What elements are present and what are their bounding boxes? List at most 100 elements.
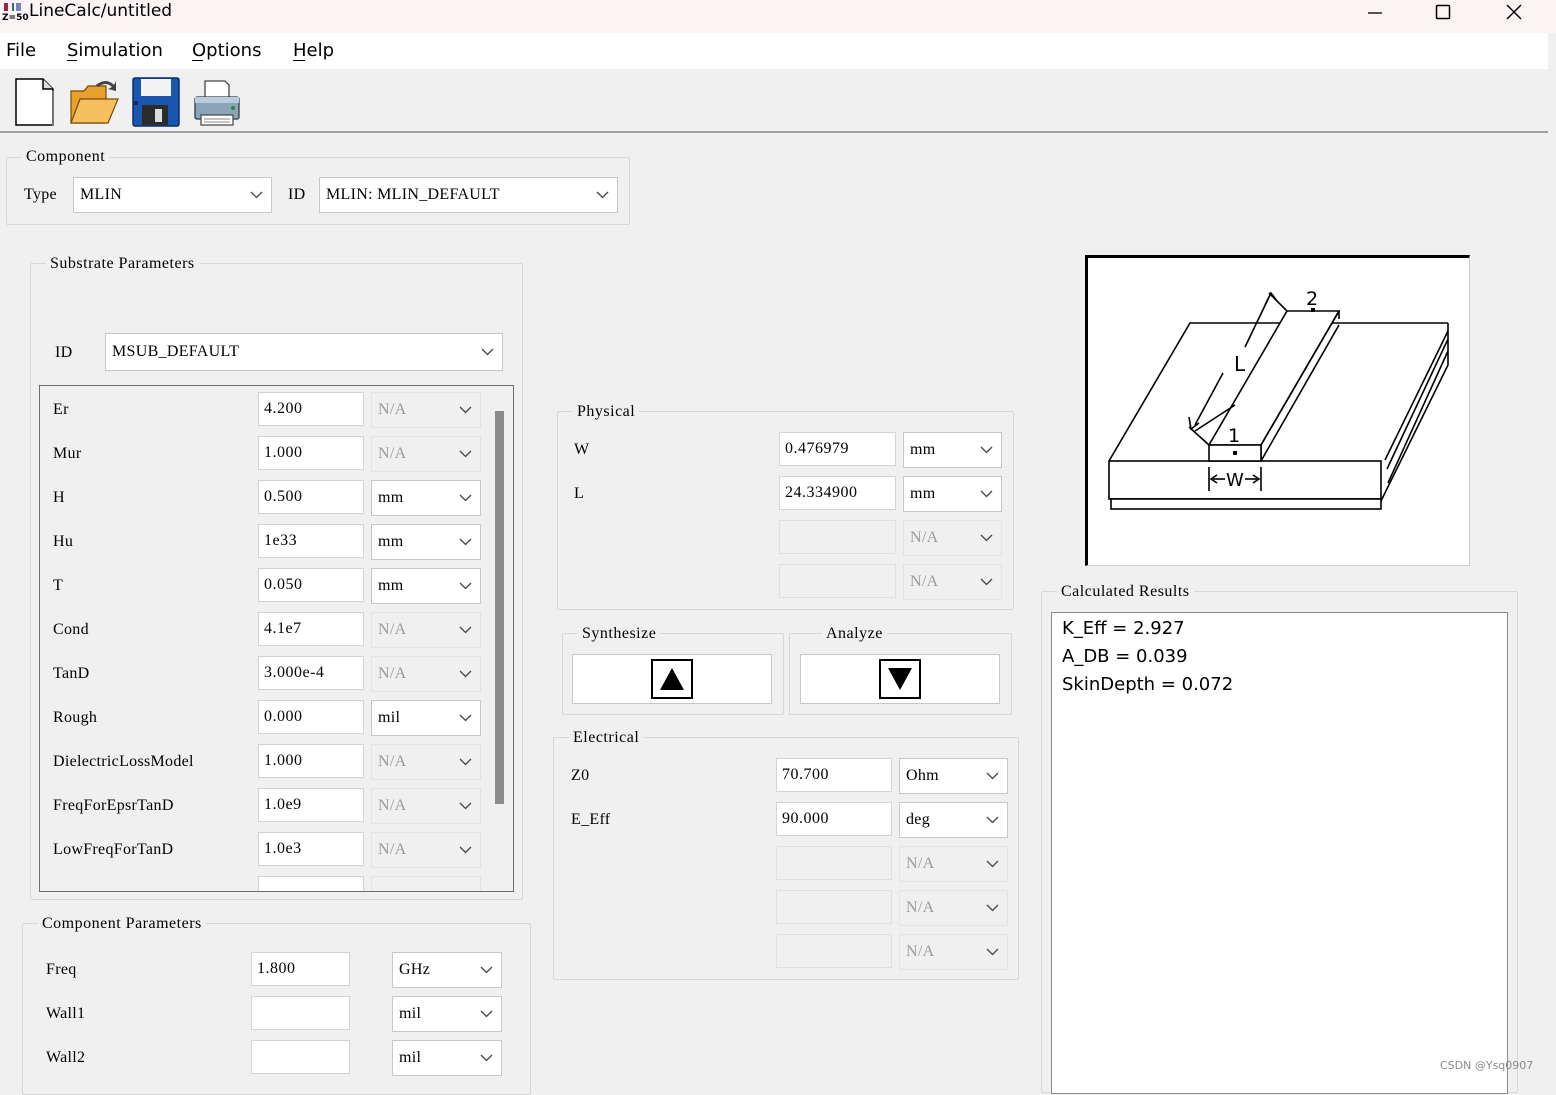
param-label: DielectricLossModel <box>53 753 194 770</box>
param-unit-select: N/A <box>371 744 481 780</box>
component-params-title: Component Parameters <box>38 915 206 933</box>
chevron-down-icon <box>459 670 472 678</box>
param-unit-select: N/A <box>371 392 481 428</box>
param-label: LowFreqForTanD <box>53 841 174 858</box>
menu-simulation[interactable]: Simulation <box>67 33 163 69</box>
param-unit-select[interactable]: mm <box>903 476 1002 512</box>
param-unit-select[interactable]: GHz <box>392 952 502 988</box>
param-unit-select: N/A <box>371 656 481 692</box>
param-value-input[interactable]: 24.334900 <box>779 476 896 510</box>
minimize-button[interactable] <box>1340 0 1410 24</box>
param-value-input[interactable]: 1.000 <box>258 744 364 778</box>
param-unit-value: mil <box>378 709 401 726</box>
component-id-select[interactable]: MLIN: MLIN_DEFAULT <box>319 177 618 213</box>
new-file-icon <box>15 78 54 126</box>
param-value-input[interactable]: 0.050 <box>258 568 364 602</box>
param-value-input[interactable]: 3.000e-4 <box>258 656 364 690</box>
substrate-scrollbar[interactable] <box>495 411 504 804</box>
chevron-down-icon <box>980 490 993 498</box>
param-label: T <box>53 577 64 594</box>
chevron-down-icon <box>980 578 993 586</box>
param-value-input[interactable]: 0.476979 <box>779 432 896 466</box>
param-unit-value: Ohm <box>906 767 939 784</box>
arrow-down-icon <box>879 659 921 699</box>
param-value-input <box>779 564 896 598</box>
param-unit-select[interactable]: mm <box>371 524 481 560</box>
param-unit-select[interactable]: mil <box>392 1040 502 1076</box>
param-value-input[interactable]: 70.700 <box>776 758 892 792</box>
maximize-button[interactable] <box>1408 0 1478 24</box>
param-value-input[interactable]: 1.0e3 <box>258 832 364 866</box>
save-icon <box>132 77 180 127</box>
minimize-icon <box>1368 12 1382 14</box>
param-unit-value: N/A <box>906 899 935 916</box>
arrow-up-icon <box>651 659 693 699</box>
results-group-title: Calculated Results <box>1057 583 1194 601</box>
chevron-down-icon <box>459 846 472 854</box>
param-value-input[interactable]: 1.0e9 <box>258 788 364 822</box>
chevron-down-icon <box>250 191 263 199</box>
param-value-input[interactable]: 1e33 <box>258 524 364 558</box>
component-type-select[interactable]: MLIN <box>73 177 272 213</box>
chevron-down-icon <box>459 582 472 590</box>
synthesize-title: Synthesize <box>578 625 661 643</box>
param-value-input-partial[interactable] <box>258 876 364 891</box>
component-group-title: Component <box>22 148 110 166</box>
param-label: TanD <box>53 665 90 682</box>
param-unit-select[interactable]: mm <box>371 568 481 604</box>
param-unit-select[interactable]: Ohm <box>899 758 1008 794</box>
component-id-label: ID <box>288 186 306 203</box>
menu-simulation-mnemonic <box>67 60 77 61</box>
param-value-input[interactable]: 1.800 <box>251 952 350 986</box>
param-value-input[interactable] <box>251 996 350 1030</box>
param-value-input[interactable]: 0.500 <box>258 480 364 514</box>
param-value-input[interactable] <box>251 1040 350 1074</box>
analyze-button[interactable] <box>800 654 1000 704</box>
param-unit-select[interactable]: mm <box>903 432 1002 468</box>
param-value-input[interactable]: 1.000 <box>258 436 364 470</box>
results-box[interactable]: K_Eff = 2.927 A_DB = 0.039 SkinDepth = 0… <box>1051 612 1508 1094</box>
window-title: LineCalc/untitled <box>29 1 173 21</box>
chevron-down-icon <box>986 816 999 824</box>
save-button[interactable] <box>130 75 182 127</box>
param-unit-select: N/A <box>903 564 1002 600</box>
param-unit-value: mil <box>399 1049 422 1066</box>
chevron-down-icon <box>459 802 472 810</box>
chevron-down-icon <box>596 191 609 199</box>
param-unit-value: mil <box>399 1005 422 1022</box>
param-unit-select[interactable]: mm <box>371 480 481 516</box>
synthesize-button[interactable] <box>572 654 772 704</box>
param-unit-select[interactable]: mil <box>392 996 502 1032</box>
param-label: FreqForEpsrTanD <box>53 797 174 814</box>
param-value-input[interactable]: 0.000 <box>258 700 364 734</box>
param-unit-value: N/A <box>378 753 407 770</box>
param-value-input[interactable]: 4.1e7 <box>258 612 364 646</box>
param-unit-value: mm <box>378 577 404 594</box>
param-label: L <box>574 485 585 502</box>
param-unit-select: N/A <box>371 832 481 868</box>
param-unit-select: N/A <box>899 934 1008 970</box>
menu-file[interactable]: File <box>6 33 36 69</box>
diagram-label-port2: 2 <box>1306 288 1318 310</box>
new-button[interactable] <box>9 75 61 127</box>
param-unit-select[interactable]: mil <box>371 700 481 736</box>
menu-options[interactable]: Options <box>192 33 261 69</box>
param-unit-value: GHz <box>399 961 431 978</box>
param-value-input[interactable]: 90.000 <box>776 802 892 836</box>
substrate-group-title: Substrate Parameters <box>46 255 199 273</box>
param-unit-select[interactable]: deg <box>899 802 1008 838</box>
param-value-input[interactable]: 4.200 <box>258 392 364 426</box>
param-unit-value: mm <box>910 485 936 502</box>
open-button[interactable] <box>68 75 120 127</box>
param-value-input <box>776 846 892 880</box>
param-unit-select: N/A <box>371 788 481 824</box>
menu-help[interactable]: Help <box>293 33 334 69</box>
close-icon <box>1506 4 1522 20</box>
analyze-title: Analyze <box>822 625 887 643</box>
print-button[interactable] <box>191 75 243 127</box>
param-unit-value: N/A <box>910 529 939 546</box>
close-button[interactable] <box>1479 0 1549 24</box>
substrate-id-select[interactable]: MSUB_DEFAULT <box>105 333 503 371</box>
app-icon-text: Z=50 <box>2 13 29 23</box>
electrical-group-title: Electrical <box>569 729 644 747</box>
